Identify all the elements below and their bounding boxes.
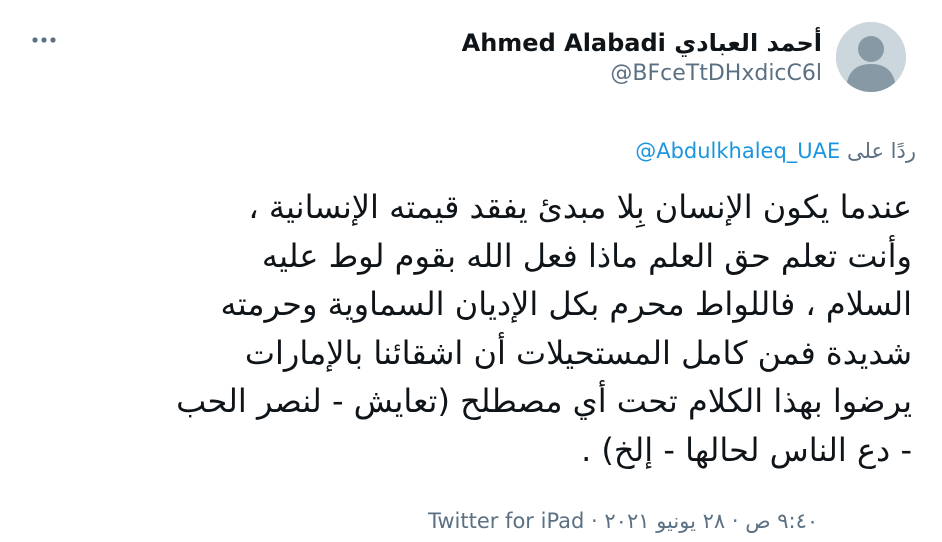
tweet-card: أحمد العبادي Ahmed Alabadi @BFceTtDHxdic… xyxy=(0,0,942,542)
author-block: أحمد العبادي Ahmed Alabadi @BFceTtDHxdic… xyxy=(462,27,822,89)
reply-mention-link[interactable]: @Abdulkhaleq_UAE xyxy=(635,139,840,163)
author-handle[interactable]: @BFceTtDHxdicC6l xyxy=(462,59,822,89)
more-options-button[interactable] xyxy=(30,28,62,52)
more-horizontal-icon xyxy=(32,37,56,43)
tweet-source[interactable]: Twitter for iPad xyxy=(428,509,584,533)
avatar[interactable] xyxy=(836,22,906,92)
reply-context: ردًا على @Abdulkhaleq_UAE xyxy=(635,136,916,166)
tweet-meta: ٩:٤٠ ص · ٢٨ يونيو ٢٠٢١ · Twitter for iPa… xyxy=(428,506,818,536)
author-display-name[interactable]: أحمد العبادي Ahmed Alabadi xyxy=(462,27,822,59)
tweet-text: عندما يكون الإنسان بِلا مبدئ يفقد قيمته … xyxy=(176,188,912,469)
meta-separator: · xyxy=(584,509,605,533)
reply-prefix: ردًا على xyxy=(847,139,916,163)
default-profile-icon xyxy=(836,22,906,92)
tweet-timestamp[interactable]: ٩:٤٠ ص · ٢٨ يونيو ٢٠٢١ xyxy=(604,509,818,533)
